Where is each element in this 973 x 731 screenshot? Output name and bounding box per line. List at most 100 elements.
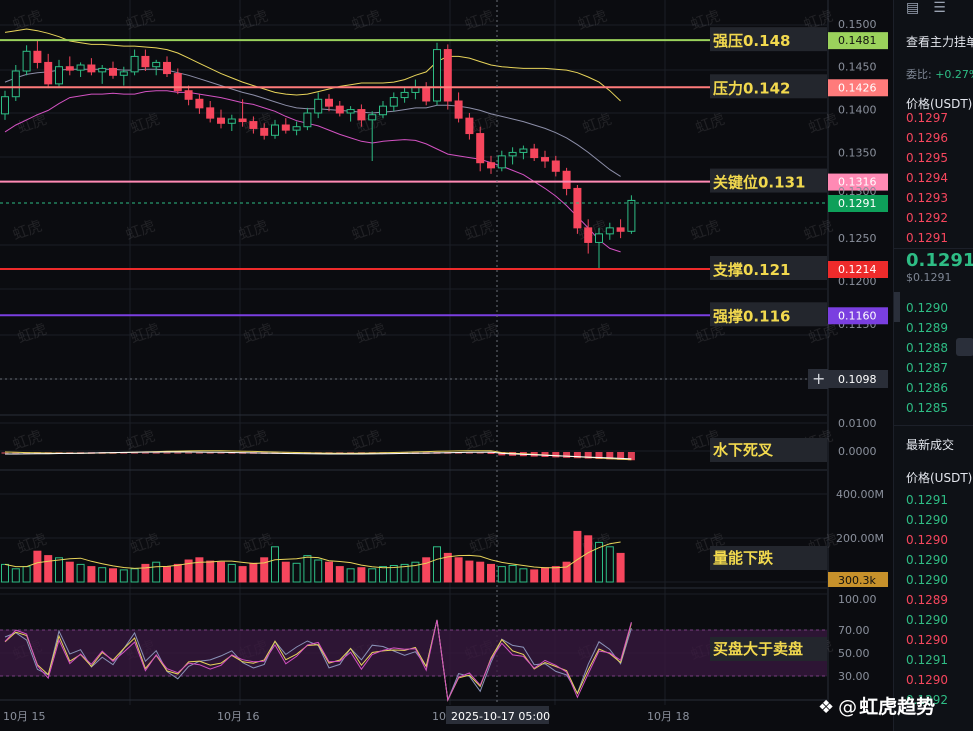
trade-price: 0.1290 xyxy=(906,533,948,547)
candle-down xyxy=(44,61,53,85)
candle-up xyxy=(227,118,236,124)
depth-button[interactable] xyxy=(956,338,973,356)
candle-down xyxy=(163,61,171,75)
volume-bar xyxy=(292,562,301,583)
volume-bar xyxy=(422,557,431,583)
mid-price-usd: $0.1291 xyxy=(906,271,952,284)
mid-price: 0.1291 xyxy=(906,250,973,271)
volume-bar xyxy=(508,565,517,583)
brand-watermark: ❖ @ 虹虎趋势 xyxy=(818,696,936,718)
trade-price: 0.1290 xyxy=(906,613,948,627)
candle-up xyxy=(292,126,301,131)
candle-down xyxy=(195,98,204,109)
price-tick-label: 0.1250 xyxy=(838,232,877,245)
bid-price[interactable]: 0.1290 xyxy=(906,298,948,318)
candle-down xyxy=(476,133,485,164)
ask-price[interactable]: 0.1297 xyxy=(906,108,948,128)
list-icon[interactable]: ☰ xyxy=(933,0,946,16)
volume-annotation: 量能下跌 xyxy=(713,549,774,567)
price-tick-label: 0.1500 xyxy=(838,18,877,31)
level-label: 强压0.148 xyxy=(713,32,790,50)
volume-bar xyxy=(109,568,117,583)
volume-bar xyxy=(335,566,344,583)
candle-up xyxy=(98,67,107,73)
ask-price[interactable]: 0.1296 xyxy=(906,128,948,148)
price-tick-label: 0.1350 xyxy=(838,146,877,159)
trades-header: 价格(USDT) xyxy=(906,471,973,485)
price-chart[interactable]: 0.15000.14500.14000.13500.12500.12000.11… xyxy=(0,0,893,731)
panel-collapse-handle[interactable] xyxy=(894,292,900,322)
volume-bar xyxy=(11,568,20,583)
candle-down xyxy=(530,148,539,159)
time-tick-label: 10 xyxy=(432,710,446,723)
major-orders-link[interactable]: 查看主力挂单 xyxy=(906,33,973,50)
volume-bar xyxy=(303,555,312,583)
volume-bar xyxy=(163,566,171,583)
crosshair-price-text: 0.1098 xyxy=(838,373,877,386)
order-book-panel: ▤☰ 查看主力挂单 委比: +0.27% 价格(USDT) 0.12970.12… xyxy=(893,0,973,731)
divider xyxy=(894,248,973,249)
volume-bar xyxy=(227,563,236,583)
trades-title: 最新成交 xyxy=(906,438,955,452)
trade-price: 0.1290 xyxy=(906,553,948,567)
volume-bar xyxy=(98,567,107,583)
volume-bar xyxy=(65,561,74,583)
candle-up xyxy=(346,109,355,114)
candle-up xyxy=(119,71,128,76)
plus-icon[interactable]: + xyxy=(812,369,825,388)
candle-down xyxy=(109,67,117,76)
trade-price: 0.1291 xyxy=(906,493,948,507)
candle-down xyxy=(584,227,593,243)
bid-price[interactable]: 0.1289 xyxy=(906,318,948,338)
volume-bar xyxy=(530,569,539,583)
trade-price: 0.1290 xyxy=(906,633,948,647)
volume-bar xyxy=(217,561,225,583)
volume-bar xyxy=(249,562,258,583)
candle-up xyxy=(303,112,312,128)
volume-bar xyxy=(346,568,355,583)
candle-up xyxy=(519,148,528,153)
time-tick-label: 10月 18 xyxy=(647,710,690,723)
candle-up xyxy=(627,199,636,232)
candle-down xyxy=(33,50,42,63)
level-price-tag-text: 0.1481 xyxy=(838,34,877,47)
ask-price[interactable]: 0.1291 xyxy=(906,228,948,248)
candle-up xyxy=(400,91,409,99)
time-tick-label: 10月 16 xyxy=(217,710,260,723)
macd-histogram-bar xyxy=(552,452,560,458)
bid-list: 0.1290 0.1289 0.1288 0.1287 0.1286 0.1285 xyxy=(906,298,948,418)
candle-down xyxy=(281,124,290,131)
candle-down xyxy=(325,98,333,107)
bid-price[interactable]: 0.1287 xyxy=(906,358,948,378)
candle-down xyxy=(141,55,150,68)
macd-tick: 0.0100 xyxy=(838,417,877,430)
ask-price[interactable]: 0.1292 xyxy=(906,208,948,228)
candle-up xyxy=(605,227,614,235)
candle-down xyxy=(238,118,247,123)
ask-price[interactable]: 0.1295 xyxy=(906,148,948,168)
trade-price: 0.1290 xyxy=(906,673,948,687)
bid-price[interactable]: 0.1285 xyxy=(906,398,948,418)
volume-bar xyxy=(616,552,625,583)
candle-down xyxy=(65,66,74,71)
ask-price[interactable]: 0.1294 xyxy=(906,168,948,188)
candle-down xyxy=(487,162,495,169)
bid-price[interactable]: 0.1288 xyxy=(906,338,948,358)
candle-down xyxy=(206,107,215,119)
volume-bar xyxy=(357,567,366,583)
current-price-tag-text: 0.1291 xyxy=(838,197,877,210)
price-tick-label: 0.1450 xyxy=(838,61,877,74)
level-label: 压力0.142 xyxy=(713,79,790,97)
bid-price[interactable]: 0.1286 xyxy=(906,378,948,398)
book-icon[interactable]: ▤ xyxy=(906,0,919,16)
trade-price: 0.1289 xyxy=(906,593,948,607)
candle-up xyxy=(1,96,9,115)
candle-down xyxy=(357,109,366,121)
volume-bar xyxy=(173,563,182,583)
level-price-tag-text: 0.1160 xyxy=(838,309,877,322)
candle-up xyxy=(76,64,85,71)
volume-current-text: 300.3k xyxy=(838,574,876,587)
ask-price[interactable]: 0.1293 xyxy=(906,188,948,208)
volume-bar xyxy=(260,557,269,583)
candle-down xyxy=(541,157,549,162)
